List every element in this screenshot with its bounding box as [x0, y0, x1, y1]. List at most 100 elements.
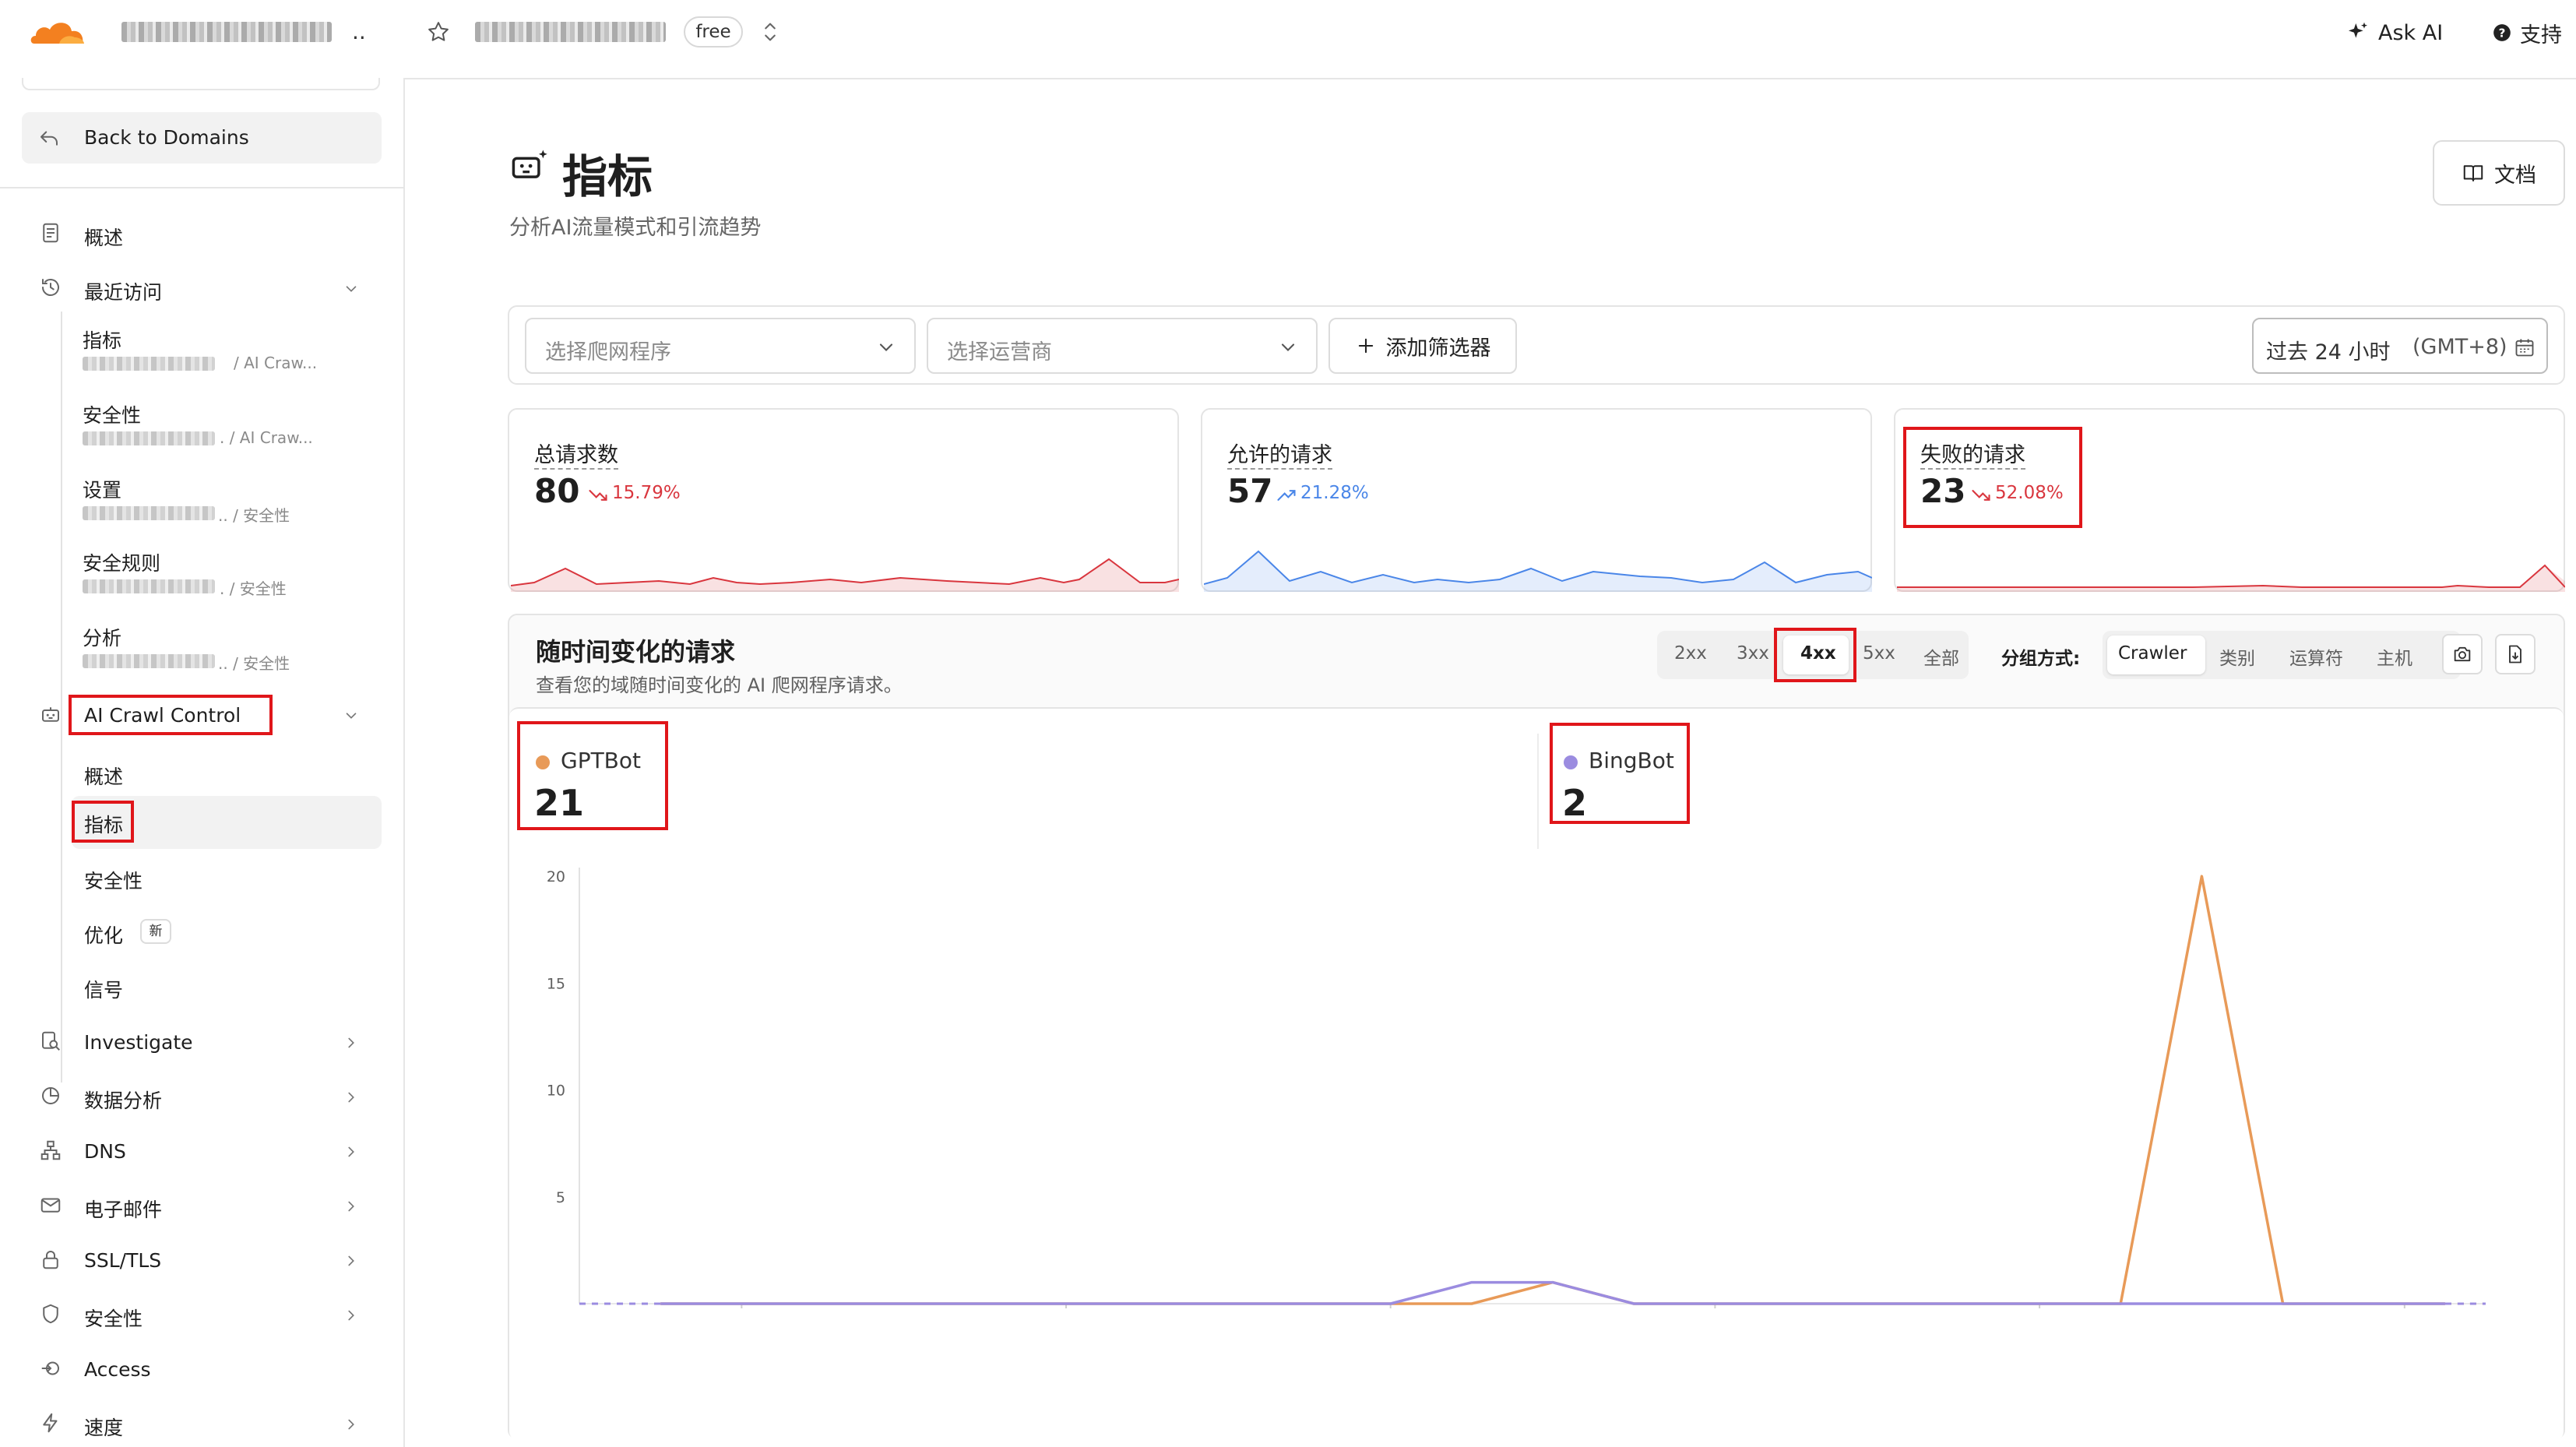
sidebar-item-label: 电子邮件 [84, 1199, 163, 1221]
time-range-picker[interactable]: 过去 24 小时 (GMT+8) [2252, 318, 2548, 374]
legend-divider [1537, 734, 1539, 849]
metric-card-total[interactable]: 总请求数 80 15.79% [508, 408, 1179, 592]
network-icon [40, 1140, 61, 1160]
legend-value: 2 [1562, 782, 1588, 824]
chevron-down-icon [1281, 343, 1295, 351]
export-button[interactable] [2495, 634, 2536, 674]
account-switcher-edge [22, 78, 380, 90]
recent-item-path: .. / 安全性 [218, 654, 290, 673]
sidebar-item-security[interactable]: 安全性 [22, 1294, 382, 1335]
chevron-down-icon [346, 713, 357, 719]
ask-ai-button[interactable]: Ask AI [2345, 17, 2443, 48]
group-by-crawler-active[interactable]: Crawler [2107, 635, 2205, 674]
recent-item-security[interactable]: 安全性 . / AI Craw... [78, 396, 374, 456]
sidebar-item-label: 最近访问 [84, 281, 163, 304]
crawler-select[interactable]: 选择爬网程序 [525, 318, 916, 374]
metric-value: 80 [534, 472, 580, 510]
sidebar-item-label: 数据分析 [84, 1090, 163, 1112]
add-filter-button[interactable]: 添加筛选器 [1328, 318, 1517, 374]
sidebar-item-label: 概述 [84, 766, 124, 788]
sidebar-item-label: SSL/TLS [84, 1249, 162, 1272]
highlight-box [1774, 628, 1856, 682]
top-bar: .. free Ask AI ? 支持 [0, 0, 2576, 79]
recent-item-metrics[interactable]: 指标 / AI Craw... [78, 321, 374, 382]
sidebar-item-overview[interactable]: 概述 [22, 215, 382, 254]
metric-change: 15.79% [612, 483, 681, 503]
sidebar-item-investigate[interactable]: Investigate [22, 1022, 382, 1062]
metric-title: 允许的请求 [1227, 438, 1332, 470]
ai-item-overview[interactable]: 概述 [72, 752, 382, 793]
requests-line-chart[interactable]: 5 10 15 20 Jul 17, 19:00 Jul 17, 23:00 Jul 18,… [509, 849, 2564, 1316]
ai-item-signals[interactable]: 信号 [72, 966, 382, 1006]
ai-item-security[interactable]: 安全性 [72, 857, 382, 897]
sidebar-item-data-analytics[interactable]: 数据分析 [22, 1076, 382, 1117]
sidebar-item-label: Access [84, 1358, 151, 1381]
series-line-bingbot [660, 1280, 2445, 1305]
legend-gptbot[interactable]: GPTBot 21 [517, 721, 668, 830]
svg-text:?: ? [2499, 26, 2506, 40]
sidebar-item-ssl[interactable]: SSL/TLS [22, 1240, 382, 1280]
robot-icon [42, 707, 59, 722]
recent-item-settings[interactable]: 设置 .. / 安全性 [78, 470, 374, 531]
chevron-updown-icon[interactable] [759, 20, 781, 44]
legend-swatch [536, 755, 550, 769]
group-by-operator[interactable]: 运算符 [2289, 643, 2343, 670]
sidebar-item-access[interactable]: Access [22, 1349, 382, 1389]
sidebar-item-label: 指标 [84, 814, 124, 836]
domain-name-redacted[interactable] [475, 22, 666, 42]
page-title: 指标 [562, 150, 653, 203]
status-filter-3xx[interactable]: 3xx [1737, 643, 1769, 664]
docs-button[interactable]: 文档 [2433, 140, 2565, 206]
x-tick-label: Jul 18, 11:00 [1992, 1314, 2086, 1316]
recent-item-title: 分析 [83, 627, 122, 650]
sidebar-item-email[interactable]: 电子邮件 [22, 1185, 382, 1226]
legend-bingbot[interactable]: BingBot 2 [1550, 723, 1690, 824]
status-filter-2xx[interactable]: 2xx [1674, 643, 1707, 664]
group-by-host[interactable]: 主机 [2377, 643, 2412, 670]
sidebar-item-ai-crawl-control[interactable]: AI Crawl Control [22, 695, 382, 735]
operator-select[interactable]: 选择运营商 [927, 318, 1318, 374]
cloudflare-logo-icon[interactable] [28, 17, 87, 47]
screenshot-button[interactable] [2442, 634, 2483, 674]
sidebar-item-dns[interactable]: DNS [22, 1131, 382, 1171]
back-arrow-icon [40, 131, 58, 146]
star-icon[interactable] [427, 20, 450, 44]
chevron-right-icon [348, 1092, 354, 1103]
sidebar-item-label: 信号 [84, 979, 124, 1002]
redacted-domain [83, 654, 215, 668]
metric-card-allowed[interactable]: 允许的请求 57 21.28% [1201, 408, 1872, 592]
back-to-domains-button[interactable]: Back to Domains [22, 112, 382, 164]
legend-name: BingBot [1589, 748, 1674, 773]
history-clock-icon [42, 279, 59, 297]
robot-sparkle-icon [512, 150, 547, 178]
redacted-domain [83, 357, 215, 371]
metric-card-failed[interactable]: 失败的请求 23 52.08% [1894, 408, 2565, 592]
sidebar-item-recent[interactable]: 最近访问 [22, 269, 382, 308]
support-button[interactable]: ? 支持 [2492, 17, 2562, 48]
recent-item-rules[interactable]: 安全规则 . / 安全性 [78, 544, 374, 604]
group-by-crawler-label: Crawler [2118, 643, 2187, 664]
chart-axes: 5 10 15 20 Jul 17, 19:00 Jul 17, 23:00 Jul 18,… [547, 868, 2486, 1316]
sparkline-total [511, 558, 1179, 592]
ai-item-metrics-active[interactable]: 指标 [72, 796, 382, 849]
pie-chart-icon [42, 1087, 59, 1104]
chevron-right-icon [348, 1255, 354, 1266]
recent-item-analytics[interactable]: 分析 .. / 安全性 [78, 618, 374, 679]
group-by-category[interactable]: 类别 [2219, 643, 2255, 670]
redacted-domain [83, 506, 215, 520]
y-tick-label: 5 [556, 1189, 565, 1206]
x-tick-label: Jul 17, 23:00 [1019, 1314, 1113, 1316]
ai-item-optimize[interactable]: 优化 新 [72, 911, 382, 952]
status-filter-5xx[interactable]: 5xx [1863, 643, 1895, 664]
redacted-domain [83, 431, 215, 445]
account-name-suffix: .. [352, 19, 366, 44]
recent-item-title: 设置 [83, 479, 122, 502]
x-tick-label: Jul 18, 16:00 [2357, 1314, 2451, 1316]
chart-card: GPTBot 21 BingBot 2 5 10 15 20 Jul 17, 19:00… [509, 707, 2564, 1441]
legend-name: GPTBot [561, 748, 642, 773]
account-name-redacted[interactable] [121, 22, 332, 42]
filter-bar: 选择爬网程序 选择运营商 添加筛选器 过去 24 小时 (GMT+8) [508, 305, 2565, 385]
sidebar-item-speed[interactable]: 速度 [22, 1403, 382, 1444]
status-filter-all[interactable]: 全部 [1923, 643, 1959, 670]
recent-item-title: 指标 [83, 329, 122, 352]
